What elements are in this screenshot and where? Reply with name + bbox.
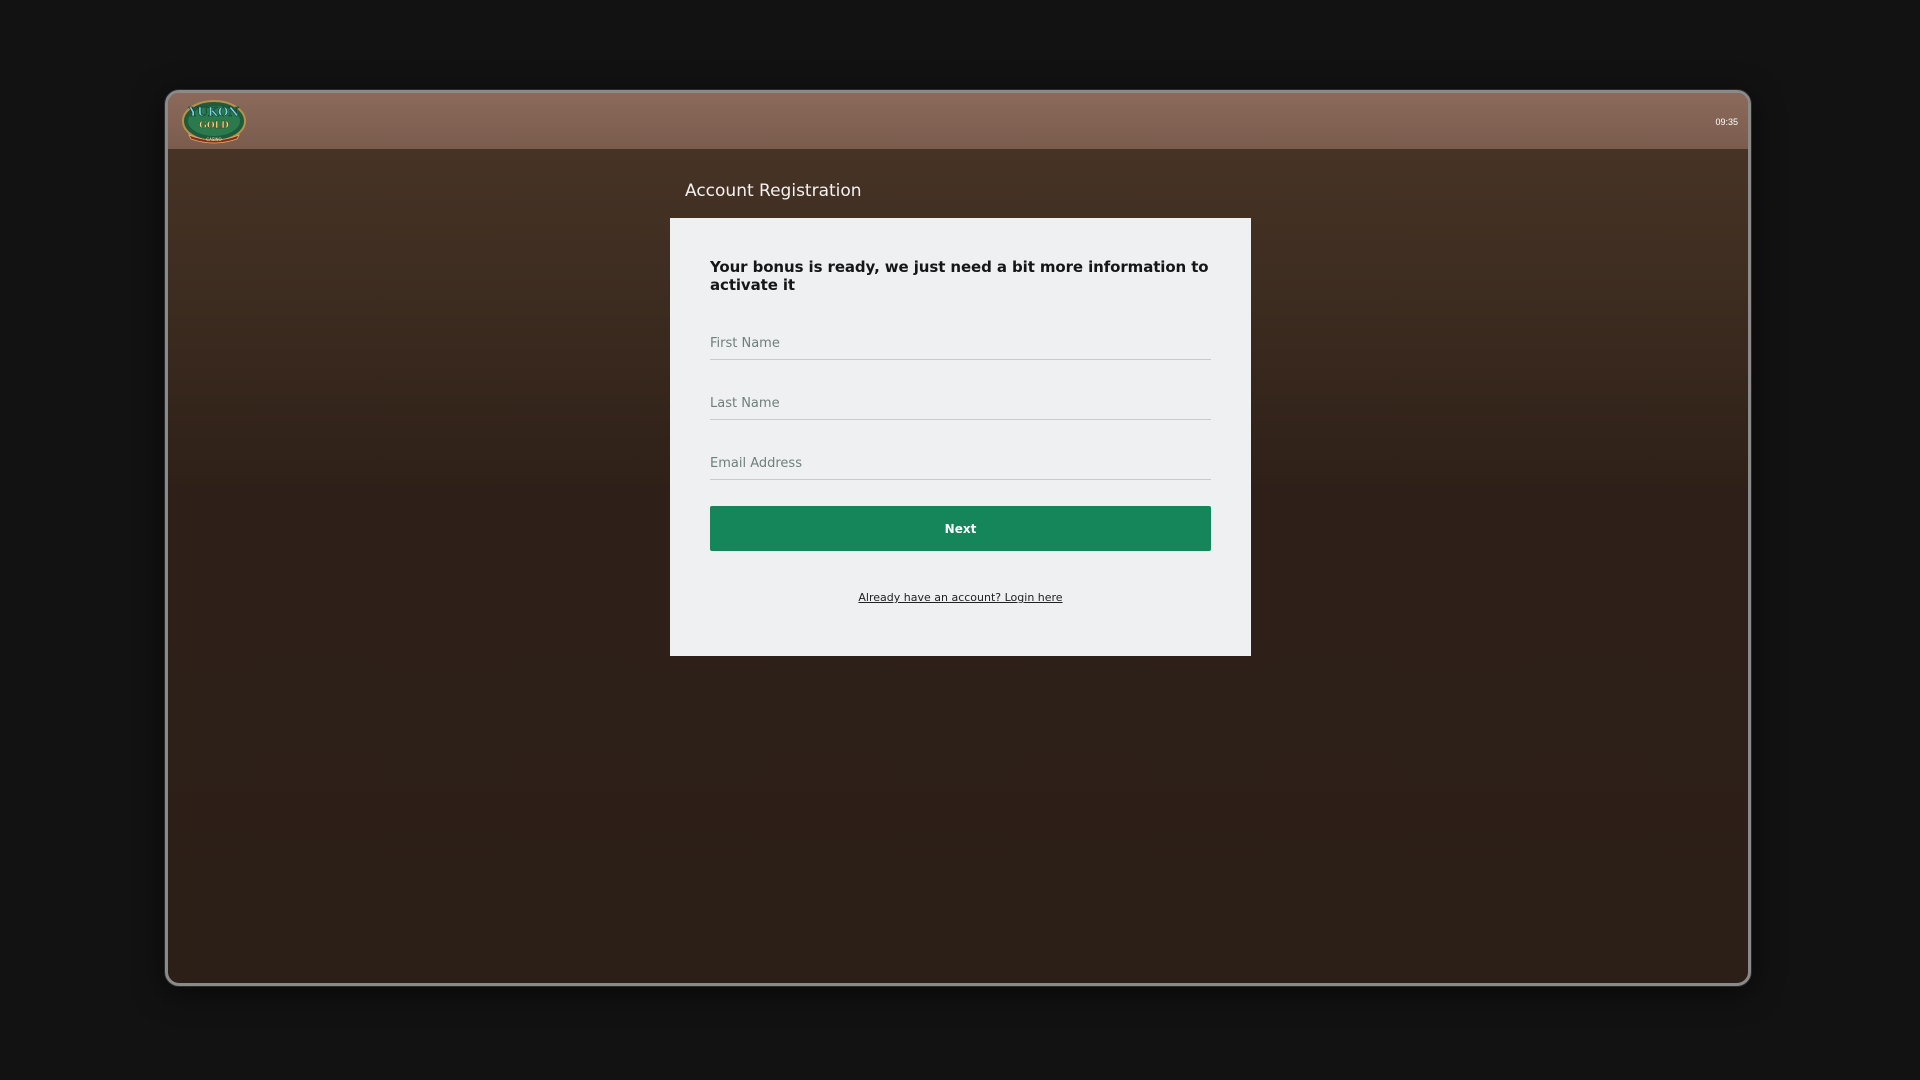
device-frame: YUKON GOLD CASINO 09:35 Account Registra… [165, 90, 1751, 986]
first-name-field [710, 320, 1211, 360]
login-link[interactable]: Already have an account? Login here [710, 591, 1211, 604]
first-name-input[interactable] [710, 336, 1211, 351]
yukon-gold-casino-logo[interactable]: YUKON GOLD CASINO [181, 99, 247, 145]
email-field [710, 440, 1211, 480]
logo-text-top: YUKON [188, 105, 240, 119]
logo-emblem-icon: YUKON GOLD CASINO [182, 100, 246, 144]
registration-card: Your bonus is ready, we just need a bit … [670, 218, 1251, 656]
logo-text-mid: GOLD [199, 121, 229, 131]
last-name-field [710, 380, 1211, 420]
email-input[interactable] [710, 456, 1211, 471]
clock-time: 09:35 [1715, 117, 1738, 127]
logo-text-bottom: CASINO [206, 137, 221, 142]
page-title: Account Registration [685, 181, 862, 201]
bonus-headline: Your bonus is ready, we just need a bit … [710, 258, 1209, 294]
last-name-input[interactable] [710, 396, 1211, 411]
top-bar: YUKON GOLD CASINO 09:35 [168, 93, 1748, 149]
next-button[interactable]: Next [710, 506, 1211, 551]
